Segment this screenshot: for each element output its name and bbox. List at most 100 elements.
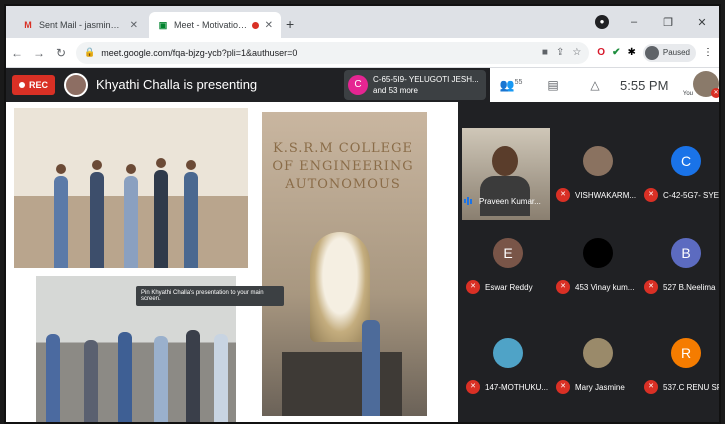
close-tab-icon[interactable]: ✕ <box>130 20 138 31</box>
person-figure <box>46 334 60 422</box>
participant-avatar: C <box>671 146 701 176</box>
maximize-button[interactable]: ❐ <box>651 16 685 29</box>
participant-tile[interactable]: E ✕ Eswar Reddy <box>464 220 552 308</box>
self-mic-off-icon: ✕ <box>711 88 719 98</box>
participant-tile[interactable]: ✕ 453 Vinay kum... <box>554 220 642 308</box>
person-figure <box>154 336 168 422</box>
back-button[interactable]: ← <box>6 46 28 60</box>
participants-chip[interactable]: C C-65-5I9- YELUGOTI JESH... and 53 more <box>344 70 486 100</box>
recording-badge[interactable]: REC <box>12 75 56 95</box>
participant-name: ✕ 537.C RENU SRI <box>644 380 721 394</box>
participant-name-label: C-42-5G7- SYE... <box>663 190 721 200</box>
participant-name: Praveen Kumar... <box>464 196 541 206</box>
mic-off-icon: ✕ <box>556 188 570 202</box>
opera-extension-icon[interactable]: O <box>597 47 605 58</box>
camera-icon[interactable]: ■ <box>542 47 548 58</box>
person-figure <box>214 334 228 422</box>
participant-name-label: 147-MOTHUKU... <box>485 382 549 392</box>
tab-meet[interactable]: ▣ Meet - Motivational Speech ✕ <box>149 12 281 38</box>
meet-controls: 👥55 ▤ △ 5:55 PM You ✕ <box>490 68 719 102</box>
participant-tile[interactable]: B ✕ 527 B.Neelima <box>642 220 719 308</box>
participant-tile[interactable]: ✕ VISHWAKARM... <box>554 128 642 216</box>
reload-button[interactable]: ↻ <box>50 46 72 60</box>
participant-face <box>492 146 518 176</box>
mic-off-icon: ✕ <box>556 380 570 394</box>
tab-strip: M Sent Mail - jasmine@ksrmce.ac.in ✕ ▣ M… <box>6 6 719 38</box>
close-tab-icon[interactable]: ✕ <box>265 20 273 31</box>
bookmark-star-icon[interactable]: ☆ <box>572 47 581 58</box>
mic-off-icon: ✕ <box>466 380 480 394</box>
close-window-button[interactable]: ✕ <box>685 16 719 29</box>
recording-indicator-icon <box>251 21 259 29</box>
speaking-indicator-icon <box>464 196 474 206</box>
pin-presentation-tooltip: Pin Khyathi Challa's presentation to you… <box>136 286 284 306</box>
participant-name-label: 537.C RENU SRI <box>663 382 721 392</box>
participant-tile[interactable]: R ✕ 537.C RENU SRI <box>642 320 721 408</box>
person-figure <box>154 170 168 268</box>
people-icon[interactable]: 👥55 <box>490 78 532 92</box>
statue-image <box>310 232 370 342</box>
tab-gmail[interactable]: M Sent Mail - jasmine@ksrmce.ac.in ✕ <box>14 12 146 38</box>
mic-off-icon: ✕ <box>644 280 658 294</box>
url-text: meet.google.com/fqa-bjzg-ycb?pli=1&authu… <box>101 47 298 58</box>
participant-name-label: Mary Jasmine <box>575 382 625 392</box>
forward-button[interactable]: → <box>28 46 50 60</box>
person-figure <box>184 172 198 268</box>
meet-icon: ▣ <box>158 20 168 30</box>
person-figure <box>186 330 200 422</box>
person-figure <box>54 176 68 268</box>
presentation-slide[interactable]: K.S.R.M COLLEGE OF ENGINEERING AUTONOMOU… <box>6 102 458 422</box>
participant-avatar <box>583 146 613 176</box>
check-extension-icon[interactable]: ✔ <box>612 47 620 58</box>
mic-off-icon: ✕ <box>466 280 480 294</box>
address-bar[interactable]: 🔒 meet.google.com/fqa-bjzg-ycb?pli=1&aut… <box>76 41 590 64</box>
participant-grid: Praveen Kumar... ✕ VISHWAKARM... C ✕ C-4… <box>458 102 721 422</box>
puzzle-extensions-icon[interactable]: ✱ <box>627 47 635 58</box>
participant-name: ✕ Mary Jasmine <box>556 380 625 394</box>
person-head <box>56 164 66 174</box>
pedestal <box>282 352 402 416</box>
extensions-area: O ✔ ✱ Paused ⋮ <box>597 43 719 62</box>
chip-line2: and 53 more <box>373 86 418 95</box>
tab-search-icon[interactable]: ● <box>595 15 609 29</box>
participant-tile[interactable]: C ✕ C-42-5G7- SYE... <box>642 128 721 216</box>
participant-name-label: VISHWAKARM... <box>575 190 637 200</box>
person-figure <box>124 176 138 268</box>
minimize-button[interactable]: – <box>617 16 651 28</box>
chat-icon[interactable]: ▤ <box>532 78 574 92</box>
participants-count: 55 <box>514 79 523 86</box>
participant-avatar: E <box>493 238 523 268</box>
new-tab-button[interactable]: + <box>286 16 294 32</box>
person-figure <box>84 340 98 422</box>
participant-avatar: B <box>671 238 701 268</box>
college-sign-photo: K.S.R.M COLLEGE OF ENGINEERING AUTONOMOU… <box>262 112 427 416</box>
profile-avatar <box>644 45 659 60</box>
participant-name: ✕ 453 Vinay kum... <box>556 280 634 294</box>
browser-window: M Sent Mail - jasmine@ksrmce.ac.in ✕ ▣ M… <box>4 4 721 424</box>
chip-line1: C-65-5I9- YELUGOTI JESH... <box>373 75 479 84</box>
participant-tile[interactable]: ✕ 147-MOTHUKU... <box>464 320 552 408</box>
chip-text: C-65-5I9- YELUGOTI JESH... and 53 more <box>373 74 479 96</box>
profile-button[interactable]: Paused <box>642 43 696 62</box>
profile-status: Paused <box>662 48 690 57</box>
group-photo-office <box>14 108 248 268</box>
activities-icon[interactable]: △ <box>574 78 616 92</box>
chip-avatar: C <box>348 75 368 95</box>
window-controls: ● – ❐ ✕ <box>595 6 719 38</box>
meeting-time: 5:55 PM <box>620 77 669 93</box>
rec-label: REC <box>29 80 49 90</box>
menu-kebab-icon[interactable]: ⋮ <box>703 47 713 58</box>
mic-off-icon: ✕ <box>556 280 570 294</box>
participant-tile[interactable]: ✕ Mary Jasmine <box>554 320 642 408</box>
participant-tile-video[interactable]: Praveen Kumar... <box>462 128 550 220</box>
participant-name: ✕ 527 B.Neelima <box>644 280 715 294</box>
participant-name: ✕ 147-MOTHUKU... <box>466 380 548 394</box>
participant-name-label: 527 B.Neelima <box>663 282 716 292</box>
participant-name-label: 453 Vinay kum... <box>575 282 635 292</box>
lock-icon[interactable]: 🔒 <box>84 47 95 58</box>
share-icon[interactable]: ⇪ <box>556 47 564 58</box>
tab-title: Meet - Motivational Speech <box>174 20 248 30</box>
person-figure <box>118 332 132 422</box>
record-dot-icon <box>19 82 25 88</box>
person-head <box>186 160 196 170</box>
